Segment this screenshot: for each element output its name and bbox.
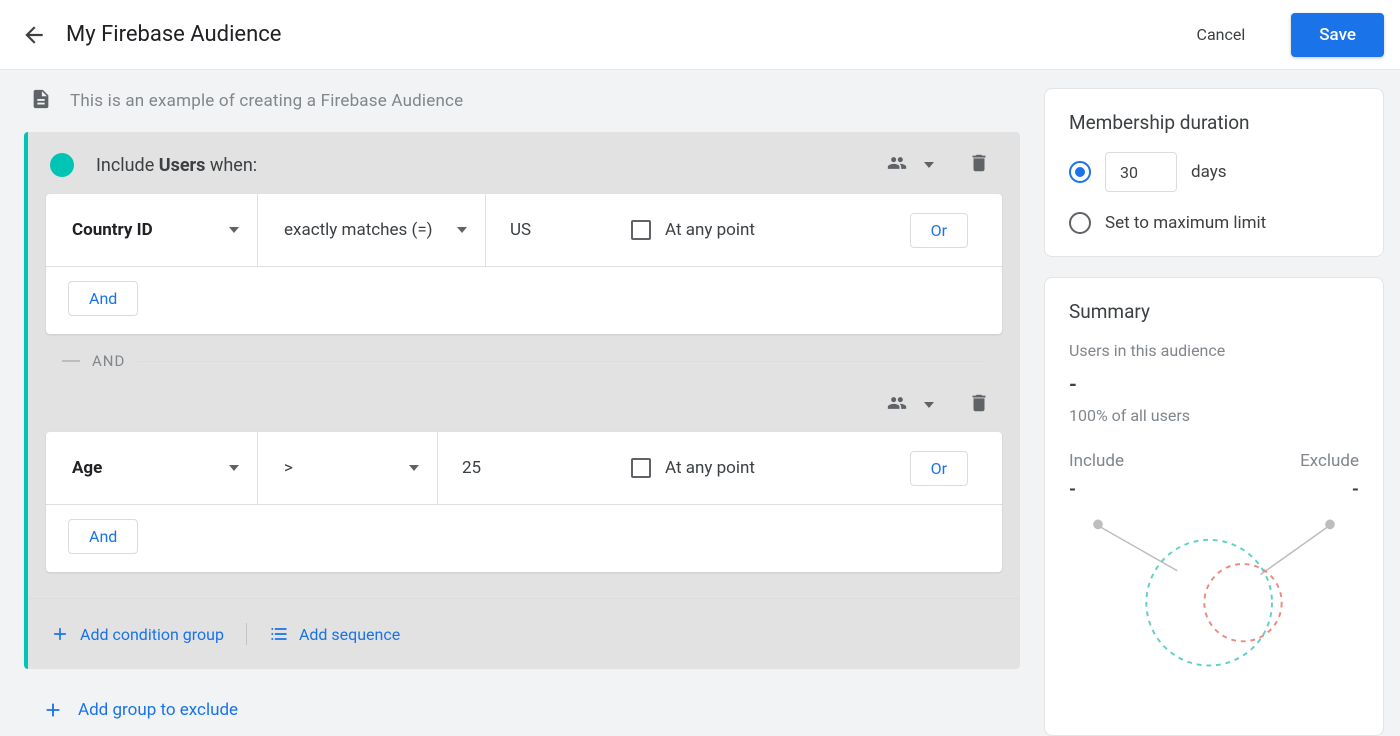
summary-title: Summary [1069,300,1359,323]
condition-card: Age > At any point Or [46,432,1002,572]
chevron-down-icon [457,227,467,233]
include-header-text: Include Users when: [96,155,257,176]
summary-subtitle: Users in this audience [1069,341,1359,360]
and-button[interactable]: And [68,519,138,554]
add-condition-group-button[interactable]: Add condition group [50,624,224,644]
checkbox-label: At any point [665,220,755,240]
summary-card: Summary Users in this audience - 100% of… [1044,277,1384,736]
chevron-down-icon [924,402,934,408]
chevron-down-icon [924,162,934,168]
add-exclude-group-button[interactable]: Add group to exclude [24,699,1020,721]
operator-dropdown[interactable]: exactly matches (=) [258,194,486,266]
include-indicator-dot [50,153,74,177]
include-value: - [1069,479,1076,500]
cancel-button[interactable]: Cancel [1179,15,1264,54]
value-input[interactable] [462,458,631,478]
and-button[interactable]: And [68,281,138,316]
chevron-down-icon [229,227,239,233]
at-any-point-checkbox[interactable]: At any point [631,220,755,240]
or-button[interactable]: Or [910,213,968,248]
main-column: This is an example of creating a Firebas… [0,70,1044,736]
users-icon [884,153,910,177]
description-icon [30,88,52,114]
right-column: Membership duration days Set to maximum … [1044,70,1400,736]
description-text: This is an example of creating a Firebas… [70,91,463,111]
field-dropdown[interactable]: Country ID [46,194,258,266]
duration-days-input[interactable] [1105,152,1177,192]
checkbox-icon [631,220,651,240]
scope-selector[interactable] [884,153,934,177]
page-title: My Firebase Audience [66,22,281,47]
duration-max-radio[interactable] [1069,212,1091,234]
group-actions: Add condition group Add sequence [28,598,1020,669]
days-label: days [1191,162,1227,182]
at-any-point-checkbox[interactable]: At any point [631,458,755,478]
operator-label: exactly matches (=) [284,220,433,240]
save-button[interactable]: Save [1291,13,1384,57]
exclude-value: - [1352,479,1359,500]
summary-percent-text: 100% of all users [1069,406,1359,425]
venn-diagram [1069,508,1359,678]
membership-title: Membership duration [1069,111,1359,134]
summary-total-value: - [1069,372,1359,396]
max-limit-label: Set to maximum limit [1105,213,1266,233]
app-header: My Firebase Audience Cancel Save [0,0,1400,70]
chevron-down-icon [229,465,239,471]
include-label: Include [1069,451,1124,471]
delete-group-button[interactable] [968,152,990,178]
operator-label: > [284,458,293,478]
checkbox-label: At any point [665,458,755,478]
checkbox-icon [631,458,651,478]
field-label: Age [72,458,102,478]
back-arrow-icon[interactable] [20,21,48,49]
description-row[interactable]: This is an example of creating a Firebas… [24,88,1020,114]
divider [246,623,247,645]
delete-group-button[interactable] [968,392,990,418]
add-sequence-button[interactable]: Add sequence [269,624,400,644]
operator-dropdown[interactable]: > [258,432,438,504]
exclude-label: Exclude [1300,451,1359,471]
include-block: Include Users when: Country ID [24,132,1020,669]
field-label: Country ID [72,220,153,240]
field-dropdown[interactable]: Age [46,432,258,504]
membership-card: Membership duration days Set to maximum … [1044,88,1384,257]
users-icon [884,393,910,417]
or-button[interactable]: Or [910,451,968,486]
and-divider-label: AND [80,352,137,370]
scope-selector[interactable] [884,393,934,417]
group-header [28,388,1020,432]
value-input[interactable] [510,220,631,240]
condition-card: Country ID exactly matches (=) At any po… [46,194,1002,334]
group-and-divider: AND [28,334,1020,388]
chevron-down-icon [409,465,419,471]
include-header: Include Users when: [28,132,1020,194]
duration-days-radio[interactable] [1069,161,1091,183]
